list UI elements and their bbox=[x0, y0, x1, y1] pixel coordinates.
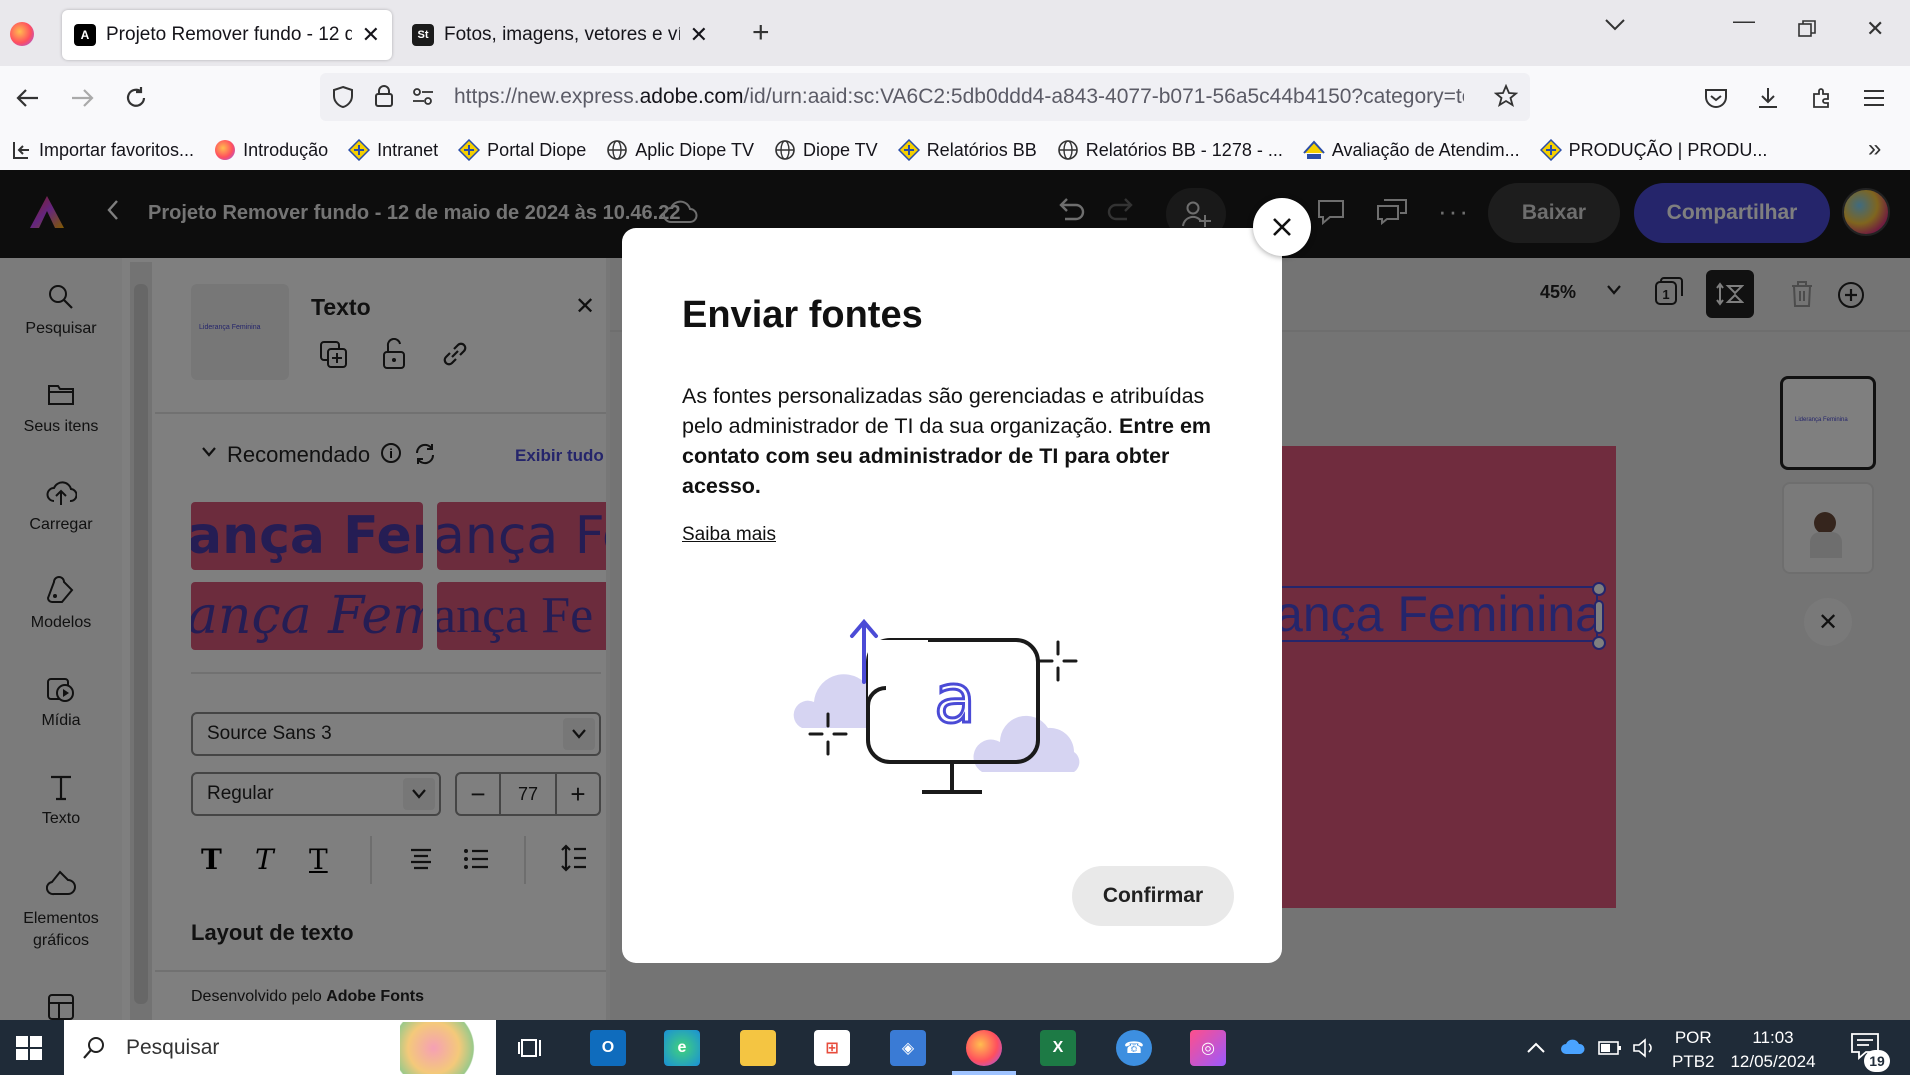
bookmark-item[interactable]: Portal Diope bbox=[458, 139, 586, 161]
app-menu-icon[interactable] bbox=[1858, 82, 1890, 114]
task-view-icon[interactable] bbox=[514, 1030, 550, 1066]
globe-icon bbox=[1057, 139, 1079, 161]
bookmark-item[interactable]: Relatórios BB bbox=[897, 139, 1037, 161]
bookmark-label: Relatórios BB - 1278 - ... bbox=[1085, 139, 1283, 160]
site-permissions-icon[interactable] bbox=[412, 87, 434, 107]
bookmark-item[interactable]: Diope TV bbox=[774, 139, 878, 161]
minimize-icon[interactable]: — bbox=[1733, 8, 1755, 34]
adobe-stock-favicon-icon: St bbox=[412, 24, 434, 46]
bb-icon bbox=[897, 139, 920, 161]
dialog-title: Enviar fontes bbox=[682, 294, 923, 336]
bb-icon bbox=[458, 139, 481, 161]
volume-icon[interactable] bbox=[1632, 1037, 1656, 1059]
globe-icon bbox=[606, 139, 628, 161]
close-icon bbox=[1273, 218, 1291, 236]
notification-count-badge: 19 bbox=[1864, 1050, 1890, 1072]
bookmark-item[interactable]: Intranet bbox=[348, 139, 438, 161]
address-bar[interactable]: https://new.express.adobe.com/id/urn:aai… bbox=[320, 73, 1530, 121]
bookmark-label: PRODUÇÃO | PRODU... bbox=[1568, 139, 1768, 160]
learn-more-link[interactable]: Saiba mais bbox=[682, 524, 776, 546]
taskbar-search-box[interactable]: Pesquisar bbox=[64, 1020, 496, 1075]
browser-nav-bar: https://new.express.adobe.com/id/urn:aai… bbox=[0, 66, 1910, 130]
bookmark-item[interactable]: Aplic Diope TV bbox=[606, 139, 754, 161]
bb-icon bbox=[1539, 139, 1562, 161]
adobe-express-favicon-icon: A bbox=[74, 24, 96, 46]
windows-taskbar: Pesquisar O e ⊞ ◈ X ☎ ◎ POR PTB2 11:03 12/… bbox=[0, 1020, 1910, 1075]
close-tab-icon[interactable]: ✕ bbox=[362, 22, 380, 48]
bookmark-label: Avaliação de Atendim... bbox=[1331, 139, 1520, 160]
close-window-icon[interactable]: ✕ bbox=[1866, 16, 1884, 42]
tab-title: Fotos, imagens, vetores e vídeos bbox=[444, 24, 680, 45]
globe-icon bbox=[774, 139, 796, 161]
show-hidden-icons-icon[interactable] bbox=[1526, 1040, 1546, 1054]
firefox-menu-icon[interactable] bbox=[10, 22, 34, 46]
tab-adobe-express[interactable]: A Projeto Remover fundo - 12 de ✕ bbox=[62, 10, 392, 60]
close-tab-icon[interactable]: ✕ bbox=[690, 22, 708, 48]
dialog-body: As fontes personalizadas são gerenciadas… bbox=[682, 384, 1212, 498]
tracking-protection-shield-icon[interactable] bbox=[332, 85, 354, 109]
close-dialog-button[interactable] bbox=[1253, 198, 1311, 256]
bookmarks-bar: Importar favoritos... Introdução Intranet P… bbox=[0, 130, 1910, 170]
file-explorer-icon[interactable] bbox=[740, 1030, 776, 1066]
downloads-icon[interactable] bbox=[1752, 82, 1784, 114]
reload-icon[interactable] bbox=[120, 82, 152, 114]
edge-icon[interactable]: e bbox=[664, 1030, 700, 1066]
excel-icon[interactable]: X bbox=[1040, 1030, 1076, 1066]
windows-start-icon[interactable] bbox=[16, 1036, 42, 1060]
bookmark-item[interactable]: Avaliação de Atendim... bbox=[1303, 139, 1520, 161]
microsoft-store-icon[interactable]: ⊞ bbox=[814, 1030, 850, 1066]
cenop-icon bbox=[1303, 139, 1325, 161]
restore-icon[interactable] bbox=[1798, 20, 1816, 38]
more-bookmarks-chevron-icon[interactable]: » bbox=[1868, 135, 1881, 163]
language-indicator[interactable]: POR PTB2 bbox=[1672, 1026, 1715, 1074]
import-icon bbox=[10, 139, 32, 161]
bookmark-label: Introdução bbox=[243, 139, 329, 160]
search-placeholder: Pesquisar bbox=[126, 1035, 220, 1059]
tab-stock[interactable]: St Fotos, imagens, vetores e vídeos ✕ bbox=[400, 10, 720, 60]
upload-fonts-dialog: Enviar fontes As fontes personalizadas s… bbox=[622, 228, 1282, 963]
new-tab-icon[interactable]: + bbox=[752, 16, 770, 50]
onedrive-icon[interactable] bbox=[1560, 1038, 1586, 1056]
clock[interactable]: 11:03 12/05/2024 bbox=[1724, 1026, 1822, 1074]
creative-cloud-icon[interactable]: ◎ bbox=[1190, 1030, 1226, 1066]
bookmark-item[interactable]: Importar favoritos... bbox=[10, 139, 194, 161]
bookmark-label: Aplic Diope TV bbox=[635, 139, 754, 160]
browser-tab-bar: A Projeto Remover fundo - 12 de ✕ St Fot… bbox=[0, 0, 1910, 66]
bookmark-label: Relatórios BB bbox=[926, 139, 1037, 160]
phone-icon[interactable]: ☎ bbox=[1116, 1030, 1152, 1066]
firefox-icon bbox=[214, 139, 236, 161]
upload-fonts-illustration: a bbox=[792, 602, 1132, 802]
search-highlight-flowers-icon bbox=[400, 1022, 484, 1074]
back-icon[interactable] bbox=[12, 82, 44, 114]
svg-text:a: a bbox=[934, 660, 976, 739]
outlook-icon[interactable]: O bbox=[590, 1030, 626, 1066]
bookmark-item[interactable]: PRODUÇÃO | PRODU... bbox=[1539, 139, 1768, 161]
active-app-indicator bbox=[952, 1071, 1016, 1075]
bookmark-item[interactable]: Relatórios BB - 1278 - ... bbox=[1057, 139, 1283, 161]
bookmark-label: Portal Diope bbox=[487, 139, 587, 160]
app-cube-icon[interactable]: ◈ bbox=[890, 1030, 926, 1066]
bookmark-item[interactable]: Introdução bbox=[214, 139, 328, 161]
bookmark-label: Diope TV bbox=[802, 139, 878, 160]
confirm-button[interactable]: Confirmar bbox=[1072, 866, 1234, 926]
url-text[interactable]: https://new.express.adobe.com/id/urn:aai… bbox=[454, 85, 1464, 109]
extensions-icon[interactable] bbox=[1806, 82, 1838, 114]
bookmark-star-icon[interactable] bbox=[1494, 84, 1518, 108]
firefox-icon[interactable] bbox=[966, 1030, 1002, 1066]
forward-icon[interactable] bbox=[66, 82, 98, 114]
list-tabs-icon[interactable] bbox=[1604, 18, 1626, 32]
battery-icon[interactable] bbox=[1598, 1040, 1622, 1056]
bb-icon bbox=[348, 139, 371, 161]
search-icon bbox=[82, 1036, 106, 1060]
tab-title: Projeto Remover fundo - 12 de bbox=[106, 24, 352, 45]
bookmark-label: Importar favoritos... bbox=[39, 139, 195, 160]
pocket-icon[interactable] bbox=[1700, 82, 1732, 114]
bookmark-label: Intranet bbox=[377, 139, 439, 160]
lock-icon[interactable] bbox=[374, 84, 394, 108]
